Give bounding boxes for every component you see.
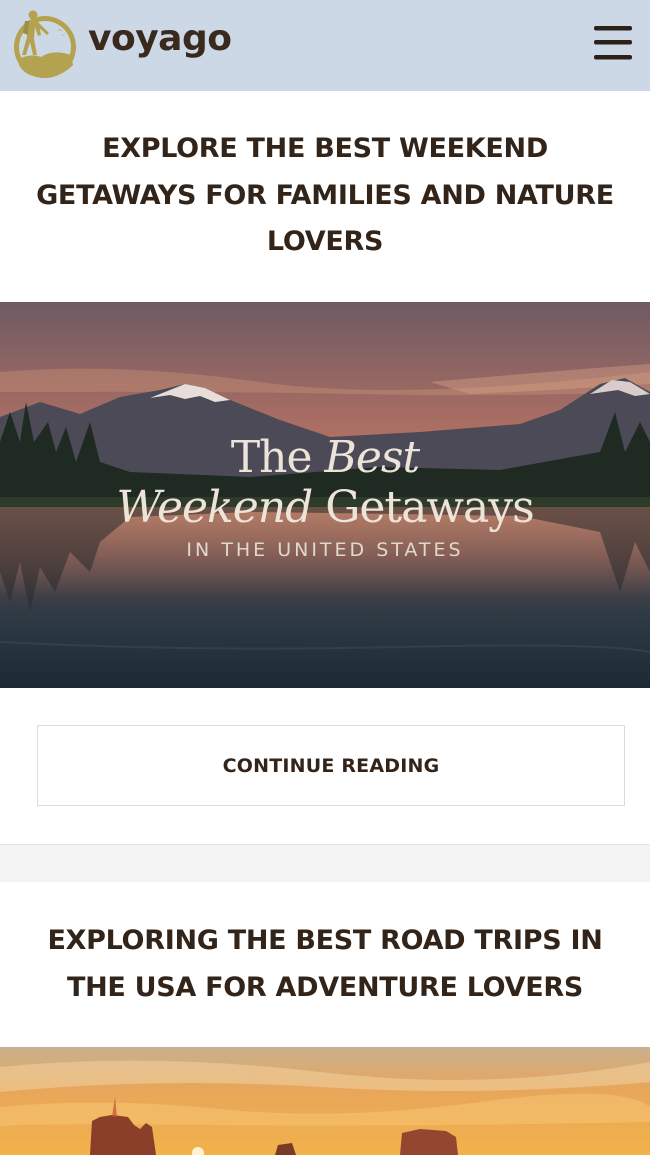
post-title-link[interactable]: EXPLORE THE BEST WEEKEND GETAWAYS FOR FA… [36,133,614,257]
post-title-link[interactable]: EXPLORING THE BEST ROAD TRIPS IN THE USA… [47,925,602,1003]
logo-text: voyago [88,18,232,59]
menu-button[interactable] [590,22,636,66]
overlay-best: Best [324,432,421,483]
continue-reading-button[interactable]: CONTINUE READING [37,725,625,806]
overlay-line-3: IN THE UNITED STATES [186,539,464,561]
post-title: EXPLORE THE BEST WEEKEND GETAWAYS FOR FA… [30,126,620,266]
overlay-getaways: Getaways [312,482,534,533]
overlay-the: The [230,432,325,483]
post-featured-image[interactable] [0,1047,650,1155]
hamburger-menu-icon [594,26,632,60]
logo-link[interactable]: voyago [11,9,232,79]
overlay-line-2: Weekend Getaways [0,482,650,533]
post-title: EXPLORING THE BEST ROAD TRIPS IN THE USA… [30,918,620,1011]
hiker-logo-icon [14,10,76,78]
post-separator [0,844,650,882]
overlay-line-1: The Best [0,432,650,483]
post-featured-image[interactable]: The Best Weekend Getaways IN THE UNITED … [0,302,650,688]
desert-sunset-image [0,1047,650,1155]
site-header: voyago [0,0,650,91]
overlay-weekend: Weekend [116,482,313,533]
